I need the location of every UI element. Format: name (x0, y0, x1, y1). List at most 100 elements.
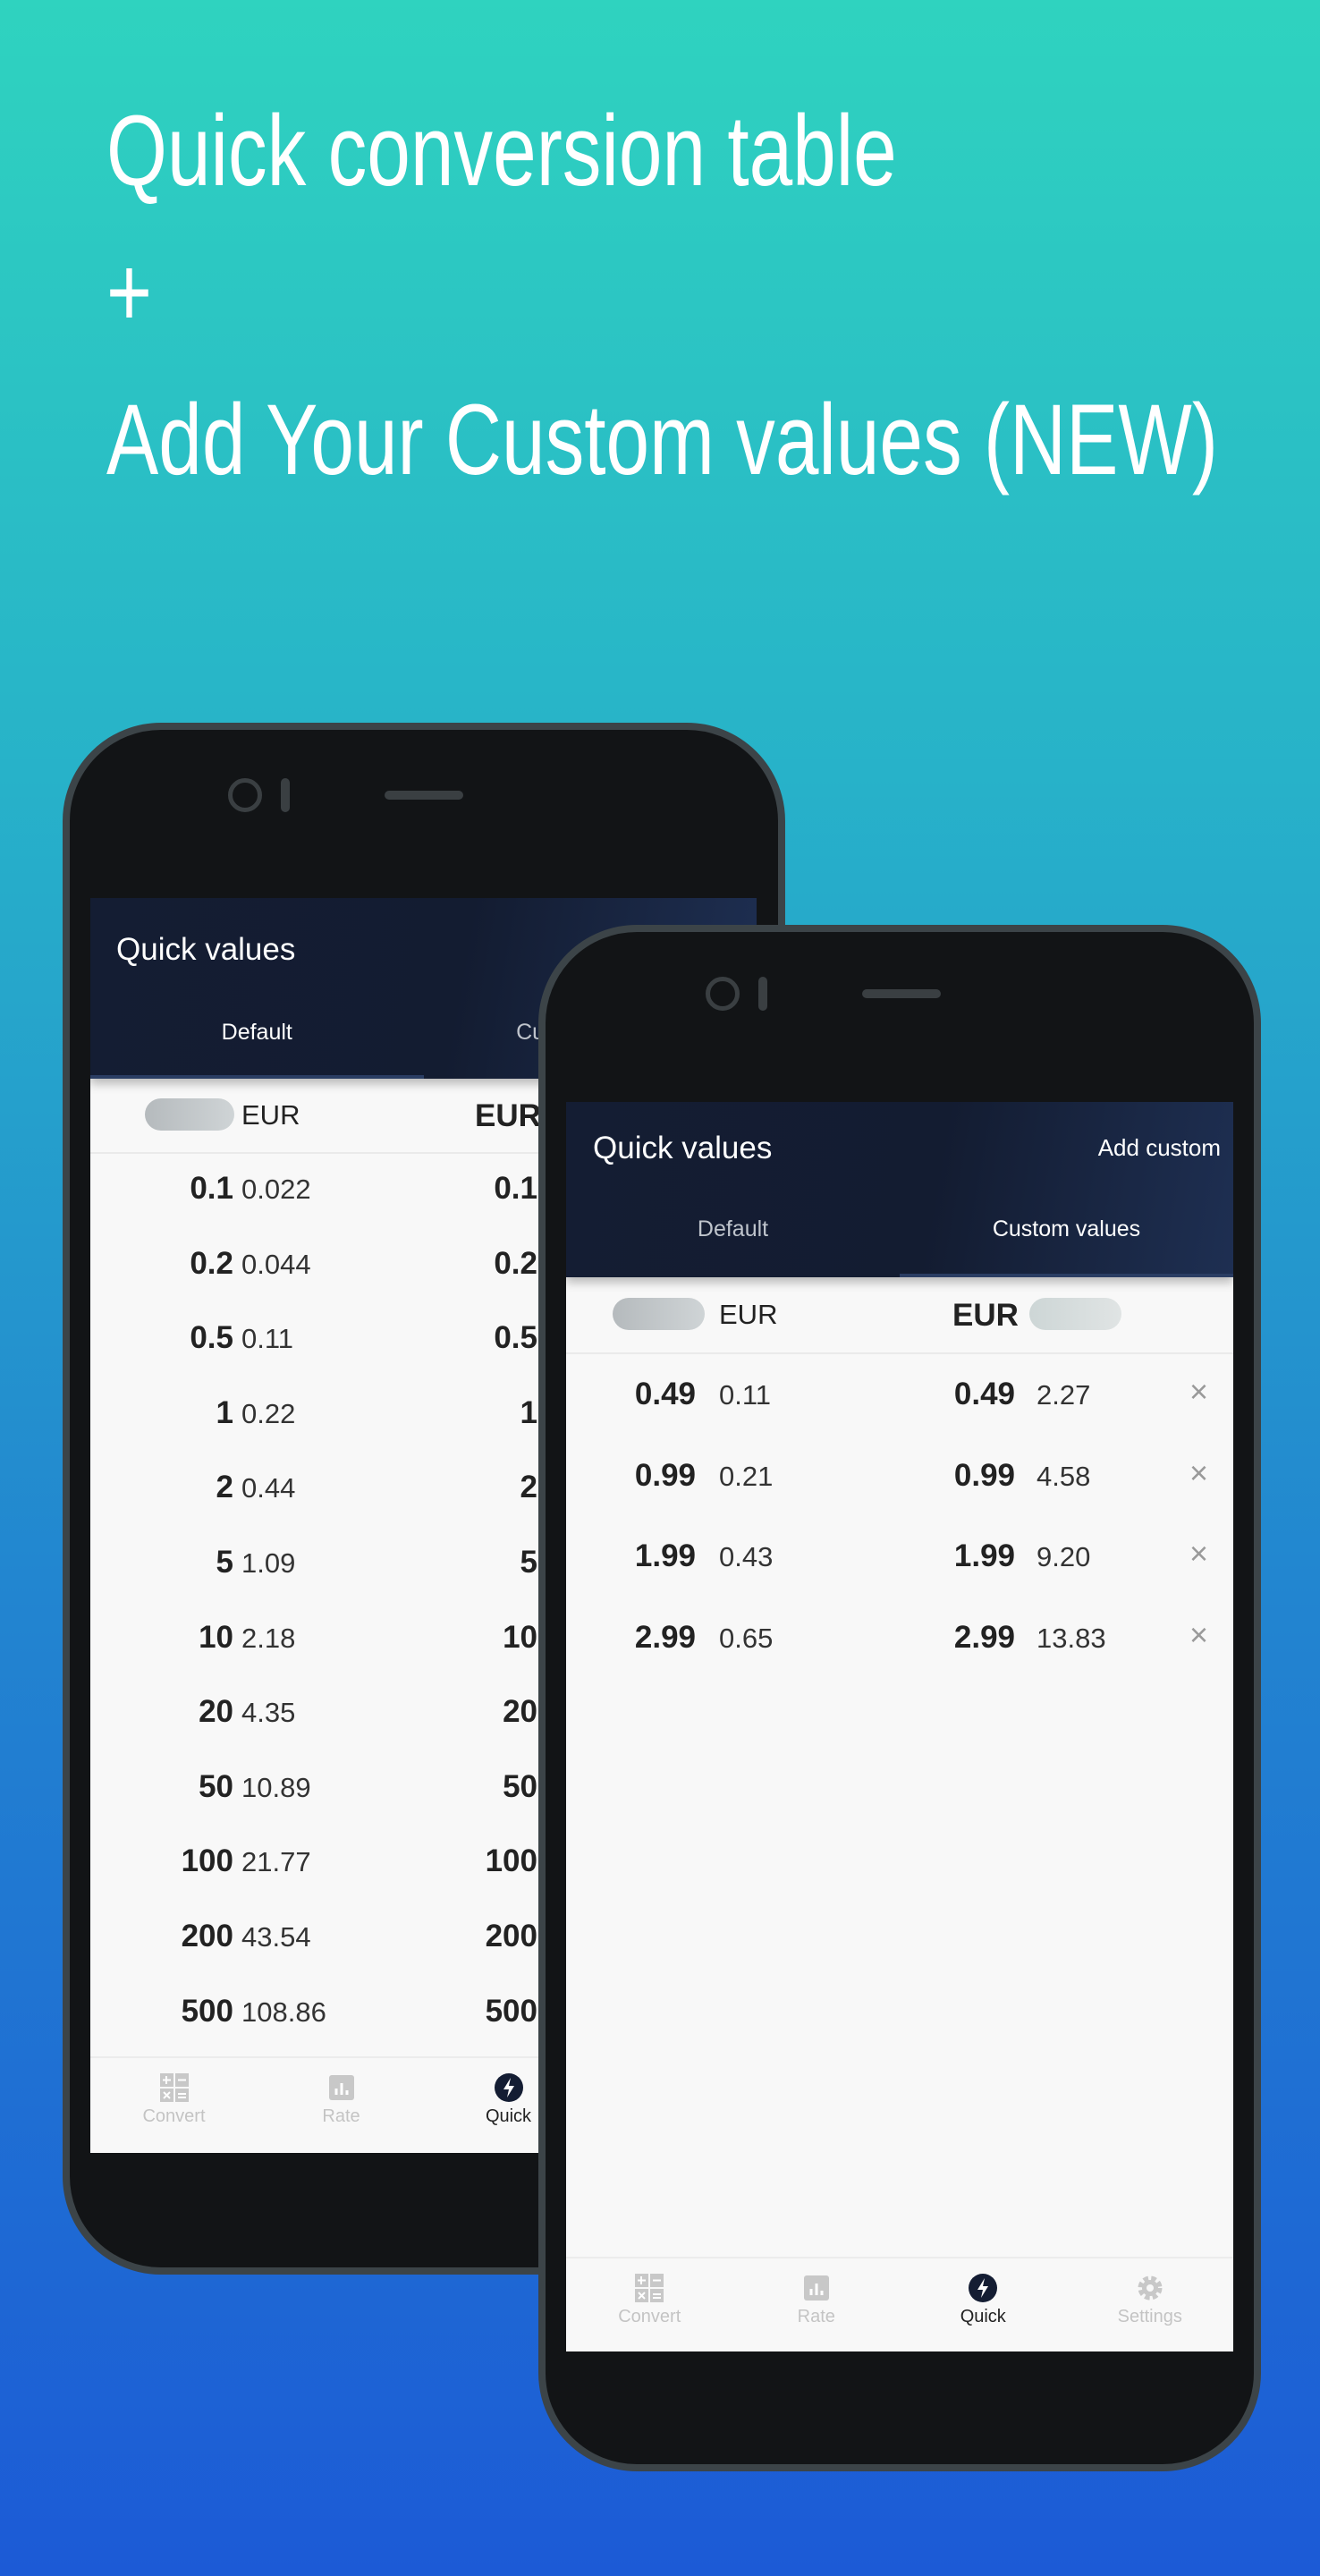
amount: 0.1 (190, 1171, 233, 1206)
amount: 20 (503, 1694, 537, 1730)
page-title: Quick values (593, 1131, 773, 1165)
from-currency[interactable]: EUR (241, 1099, 300, 1131)
converted-value: 4.35 (241, 1697, 296, 1729)
delete-icon[interactable]: × (1189, 1454, 1208, 1492)
amount: 0.5 (190, 1320, 233, 1356)
converted-value: 10.89 (241, 1771, 311, 1803)
from-currency[interactable]: EUR (719, 1299, 777, 1331)
converted-value: 0.22 (241, 1397, 296, 1429)
headline-line-3: Add Your Custom values (NEW) (106, 384, 1218, 496)
nav-label: Settings (1117, 2307, 1182, 2326)
nav-item-rate[interactable]: Rate (727, 2273, 906, 2327)
table-row: 1.99 0.43 1.99 9.20 × (566, 1535, 1233, 1592)
bar-chart-icon (801, 2273, 832, 2303)
bottom-nav: Convert Rate Quick Settings (566, 2257, 1233, 2351)
speaker (385, 791, 463, 800)
nav-label: Convert (142, 2106, 206, 2126)
converted-value: 0.43 (719, 1541, 774, 1572)
converted-value: 21.77 (241, 1846, 311, 1878)
amount: 10 (199, 1619, 233, 1655)
custom-amount: 2.99 (953, 1619, 1015, 1655)
nav-item-convert[interactable]: Convert (566, 2273, 739, 2327)
divider (566, 1352, 1233, 1354)
to-currency[interactable]: EUR (475, 1098, 541, 1134)
converted-value: 0.21 (719, 1460, 774, 1492)
tab-custom-values[interactable]: Custom values (900, 1216, 1233, 1242)
nav-label: Convert (618, 2307, 681, 2326)
currency-flag[interactable] (145, 1098, 234, 1131)
tab-indicator (90, 1075, 424, 1079)
amount: 0.5 (494, 1320, 537, 1356)
speaker (862, 989, 941, 998)
sensor (758, 977, 767, 1011)
converted-value: 1.09 (241, 1547, 296, 1579)
to-currency[interactable]: EUR (952, 1298, 1019, 1334)
amount: 50 (199, 1768, 233, 1804)
nav-item-rate[interactable]: Rate (252, 2072, 431, 2127)
amount: 2 (216, 1470, 233, 1505)
custom-converted-value: 13.83 (1037, 1622, 1106, 1654)
converted-value: 0.65 (719, 1622, 774, 1654)
amount: 200 (485, 1919, 537, 1953)
amount: 0.49 (634, 1377, 696, 1411)
converted-value: 0.11 (719, 1379, 772, 1411)
amount: 500 (485, 1993, 537, 2029)
delete-icon[interactable]: × (1189, 1616, 1208, 1654)
converted-value: 0.022 (241, 1174, 311, 1205)
converted-value: 2.18 (241, 1622, 296, 1654)
nav-label: Quick (485, 2106, 532, 2126)
camera (228, 778, 262, 812)
bar-chart-icon (326, 2072, 357, 2103)
table-row: 0.99 0.21 0.99 4.58 × (566, 1454, 1233, 1512)
nav-item-quick[interactable]: Quick (893, 2273, 1072, 2327)
amount: 2.99 (634, 1619, 696, 1655)
custom-converted-value: 4.58 (1037, 1460, 1091, 1492)
nav-item-convert[interactable]: Convert (90, 2072, 264, 2127)
converted-value: 108.86 (241, 1996, 326, 2028)
amount: 0.99 (634, 1457, 696, 1493)
tab-default[interactable]: Default (566, 1216, 900, 1242)
table-row: 2.99 0.65 2.99 13.83 × (566, 1616, 1233, 1674)
amount: 1 (520, 1394, 537, 1430)
app-header: Quick values Add custom Default Custom v… (566, 1102, 1233, 1277)
camera (706, 977, 740, 1011)
tab-default[interactable]: Default (90, 1020, 424, 1046)
amount: 100 (485, 1843, 537, 1879)
converted-value: 43.54 (241, 1921, 311, 1953)
front-screen: Quick values Add custom Default Custom v… (566, 1102, 1233, 2351)
amount: 5 (216, 1545, 233, 1580)
delete-icon[interactable]: × (1189, 1535, 1208, 1572)
amount: 100 (181, 1843, 233, 1879)
amount: 5 (520, 1545, 537, 1580)
calculator-icon (159, 2072, 190, 2103)
amount: 500 (181, 1993, 233, 2029)
custom-amount: 1.99 (953, 1538, 1015, 1573)
amount: 2 (520, 1470, 537, 1505)
delete-icon[interactable]: × (1189, 1373, 1208, 1411)
nav-item-settings[interactable]: Settings (1061, 2273, 1233, 2327)
currency-flag[interactable] (1029, 1298, 1121, 1330)
amount: 10 (503, 1619, 537, 1655)
amount: 20 (199, 1694, 233, 1730)
sensor (281, 778, 290, 812)
nav-label: Rate (797, 2307, 835, 2326)
amount: 0.2 (494, 1245, 537, 1281)
nav-label: Quick (960, 2307, 1006, 2326)
lightning-icon (968, 2273, 998, 2303)
headline-plus: + (106, 236, 153, 348)
currency-flag[interactable] (613, 1298, 705, 1330)
custom-amount: 0.99 (953, 1457, 1015, 1493)
amount: 0.1 (494, 1171, 537, 1206)
custom-converted-value: 2.27 (1037, 1379, 1091, 1411)
headline-line-1: Quick conversion table (106, 95, 897, 207)
custom-amount: 0.49 (953, 1377, 1015, 1411)
calculator-icon (634, 2273, 664, 2303)
amount: 200 (181, 1919, 233, 1953)
page-title: Quick values (116, 932, 296, 967)
add-custom-button[interactable]: Add custom (1098, 1134, 1221, 1162)
table-row: 0.49 0.11 0.49 2.27 × (566, 1373, 1233, 1430)
tab-indicator (900, 1274, 1233, 1277)
lightning-icon (494, 2072, 524, 2103)
converted-value: 0.044 (241, 1248, 311, 1280)
converted-value: 0.11 (241, 1323, 294, 1355)
